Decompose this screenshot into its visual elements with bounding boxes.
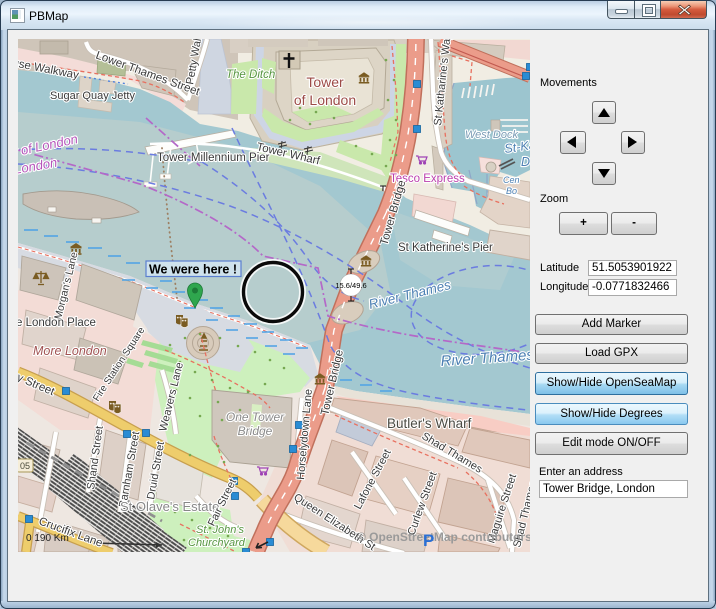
- svg-text:15.6/49.6: 15.6/49.6: [335, 281, 366, 290]
- svg-text:of London: of London: [294, 92, 356, 108]
- svg-text:We were here !: We were here !: [149, 263, 237, 277]
- svg-text:Tower: Tower: [306, 74, 344, 90]
- svg-text:© OpenStreetMap contributors: © OpenStreetMap contributors: [357, 530, 530, 544]
- svg-text:The Ditch: The Ditch: [226, 69, 275, 81]
- svg-text:One Tower: One Tower: [226, 410, 285, 424]
- svg-text:Bo: Bo: [506, 186, 517, 196]
- svg-text:Churchyard: Churchyard: [188, 537, 246, 549]
- svg-text:St Katherine's Pier: St Katherine's Pier: [398, 242, 493, 254]
- svg-text:e London Place: e London Place: [18, 317, 96, 329]
- svg-text:Bridge: Bridge: [238, 424, 273, 438]
- svg-text:D: D: [521, 155, 530, 169]
- svg-text:West Dock: West Dock: [465, 129, 518, 141]
- svg-text:Sugar Quay Jetty: Sugar Quay Jetty: [50, 90, 135, 102]
- svg-text:P: P: [423, 531, 434, 550]
- svg-text:05: 05: [20, 461, 30, 471]
- svg-text:Butler's Wharf: Butler's Wharf: [387, 416, 472, 431]
- svg-text:Cen: Cen: [503, 175, 520, 185]
- svg-text:Tower Millennium Pier: Tower Millennium Pier: [157, 152, 270, 164]
- svg-text:More London: More London: [33, 344, 107, 358]
- svg-text:St. John's: St. John's: [196, 524, 244, 536]
- svg-text:St Olave's Estate: St Olave's Estate: [120, 499, 219, 514]
